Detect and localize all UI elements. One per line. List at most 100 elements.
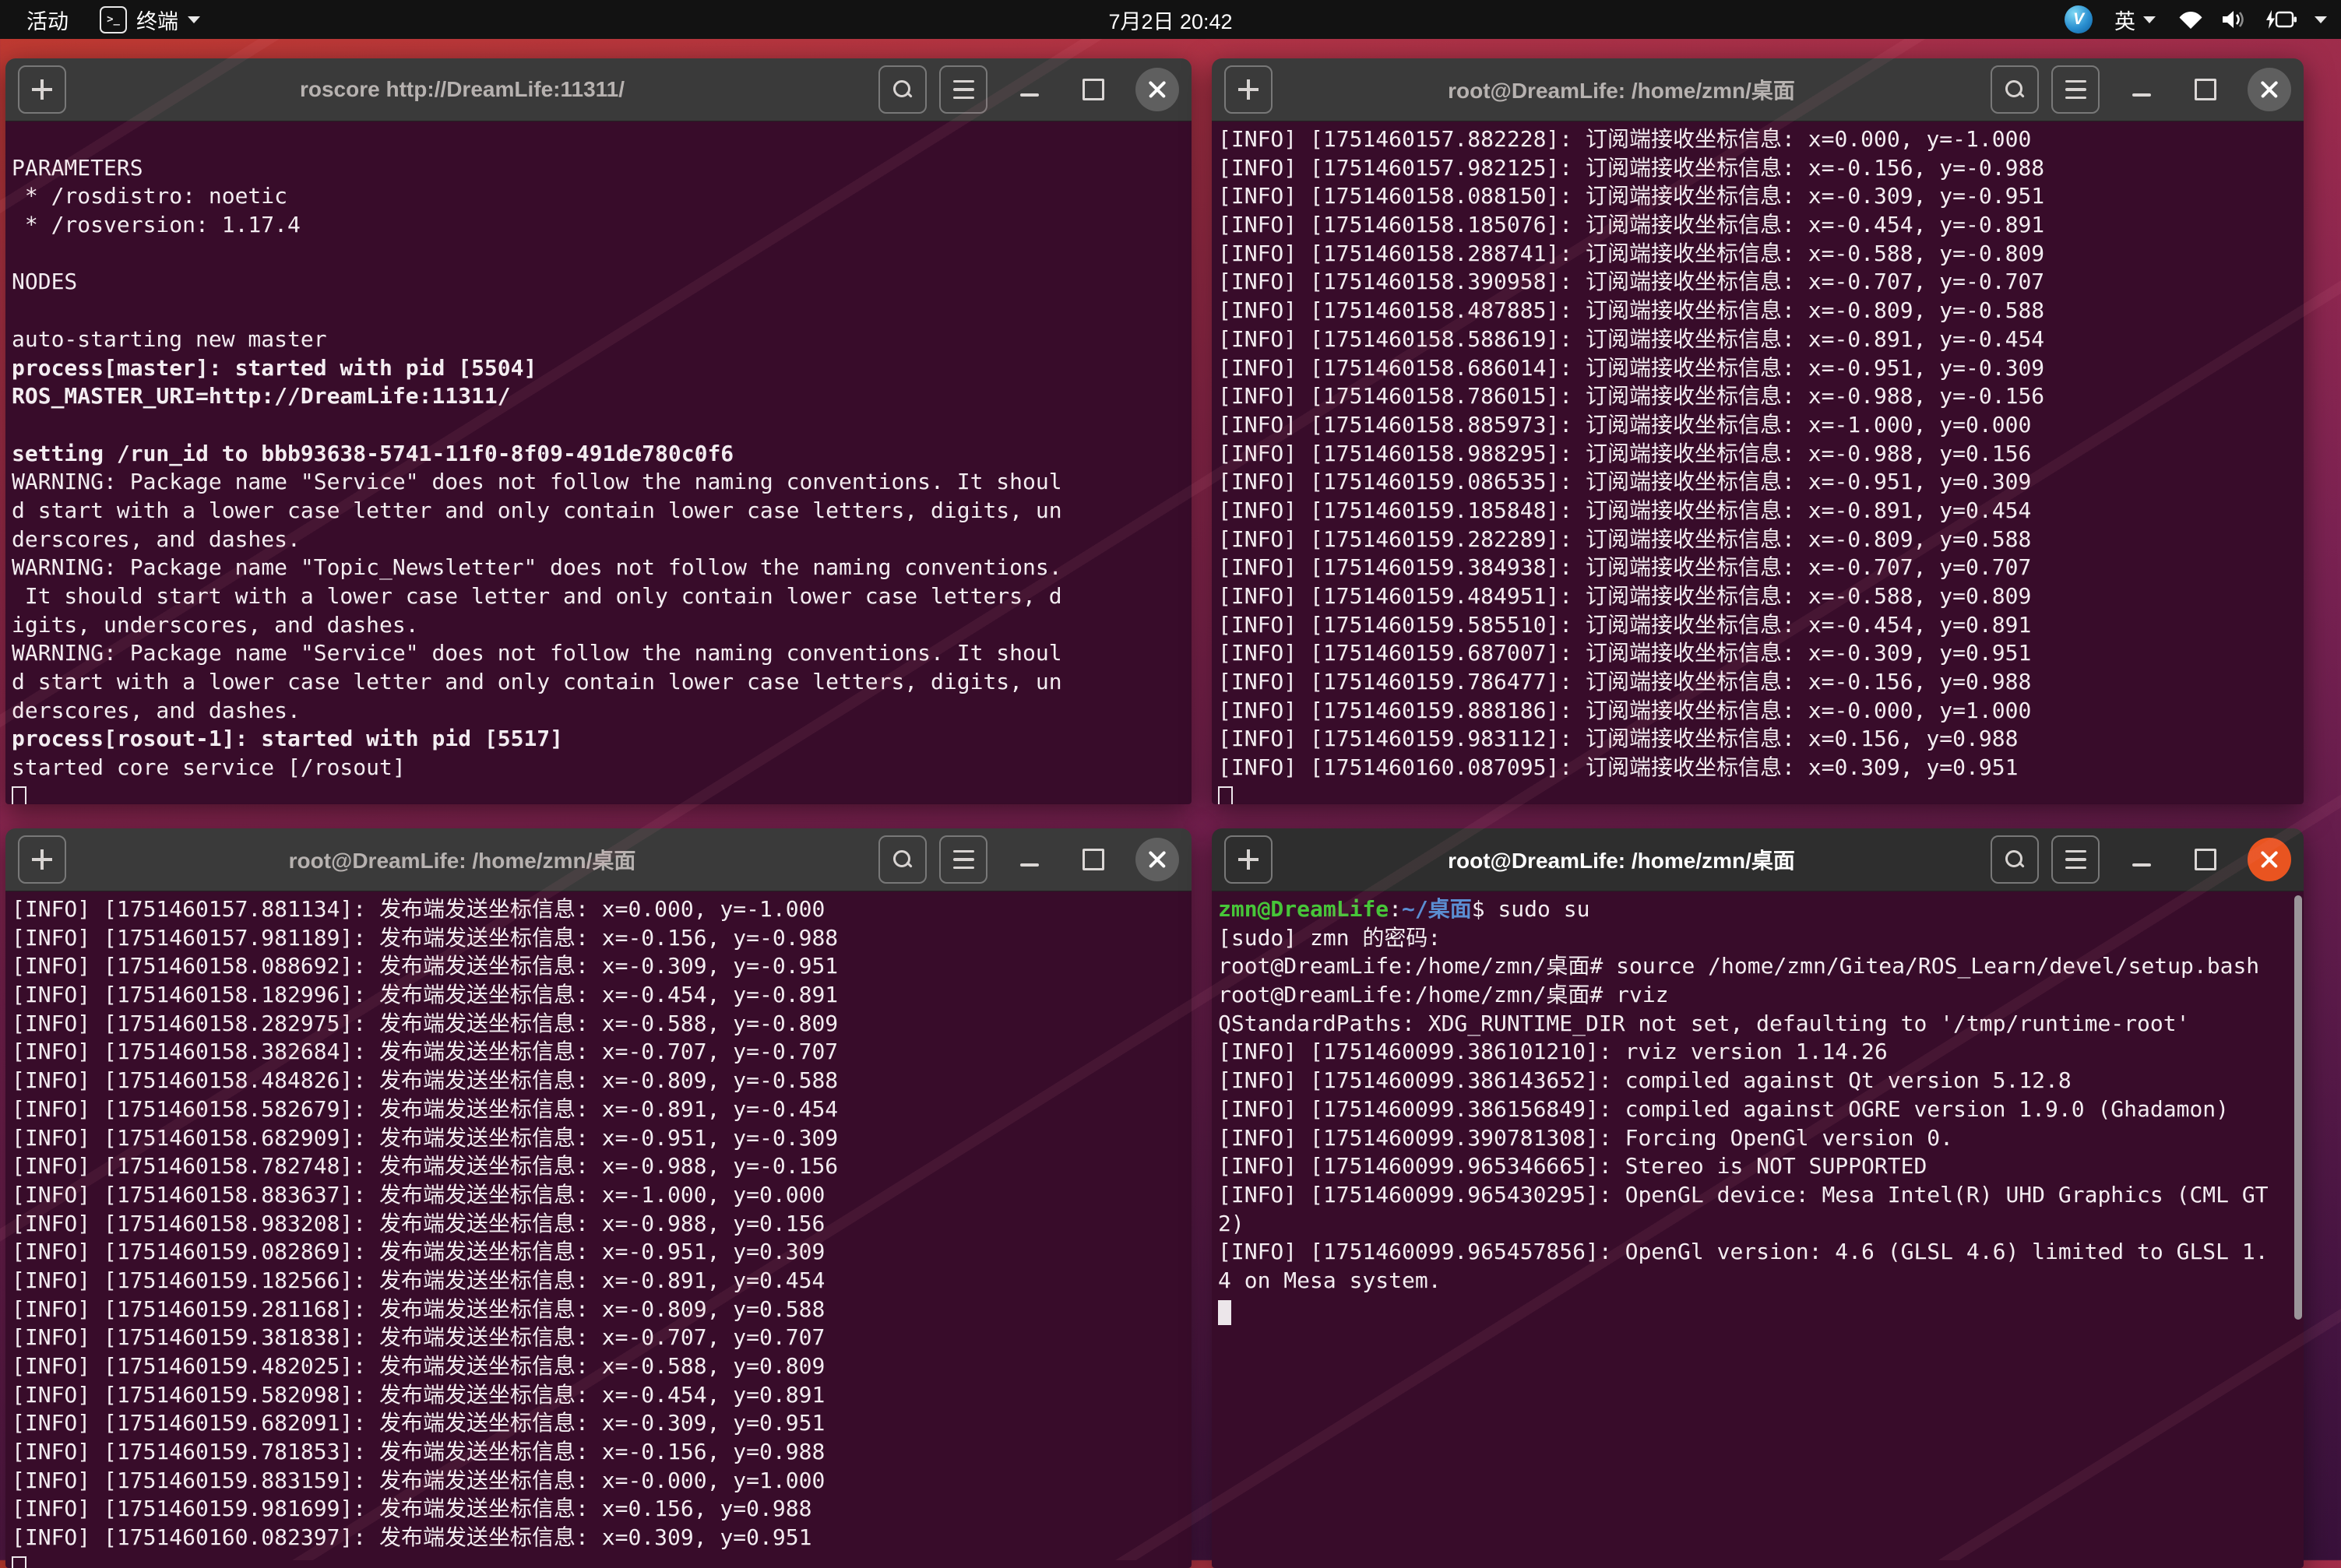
- close-button[interactable]: [1135, 68, 1179, 111]
- minimize-icon: [2132, 93, 2151, 97]
- maximize-icon: [1082, 849, 1104, 870]
- terminal-window-roscore: roscore http://DreamLife:11311/ PARAMETE…: [5, 58, 1192, 804]
- terminal-line: [1218, 1296, 2301, 1324]
- maximize-icon: [2195, 849, 2216, 870]
- terminal-line: [INFO] [1751460160.082397]: 发布端发送坐标信息: x…: [12, 1524, 1188, 1552]
- headerbar[interactable]: roscore http://DreamLife:11311/: [5, 58, 1192, 121]
- menu-button[interactable]: [939, 65, 987, 114]
- terminal-line: root@DreamLife:/home/zmn/桌面# rviz: [1218, 981, 2301, 1010]
- minimize-button[interactable]: [1008, 68, 1051, 111]
- terminal-line: [INFO] [1751460159.384938]: 订阅端接收坐标信息: x…: [1218, 554, 2301, 582]
- terminal-line: [INFO] [1751460158.988295]: 订阅端接收坐标信息: x…: [1218, 440, 2301, 469]
- terminal-line: [INFO] [1751460158.588619]: 订阅端接收坐标信息: x…: [1218, 325, 2301, 354]
- terminal-line: [INFO] [1751460158.885973]: 订阅端接收坐标信息: x…: [1218, 411, 2301, 440]
- terminal-line: d start with a lower case letter and onl…: [12, 668, 1188, 697]
- clock-label[interactable]: 7月2日 20:42: [1100, 7, 1240, 37]
- terminal-line: PARAMETERS: [12, 154, 1188, 183]
- new-tab-button[interactable]: [18, 835, 66, 884]
- terminal-line: auto-starting new master: [12, 325, 1188, 354]
- close-button[interactable]: [1135, 838, 1179, 881]
- window-title: root@DreamLife: /home/zmn/桌面: [1305, 74, 1938, 105]
- terminal-line: [INFO] [1751460158.782748]: 发布端发送坐标信息: x…: [12, 1152, 1188, 1181]
- terminal-line: [INFO] [1751460158.686014]: 订阅端接收坐标信息: x…: [1218, 354, 2301, 383]
- headerbar[interactable]: root@DreamLife: /home/zmn/桌面: [1212, 828, 2304, 891]
- system-status-area[interactable]: [2177, 9, 2327, 30]
- search-button[interactable]: [1991, 835, 2039, 884]
- battery-charging-icon: [2263, 9, 2297, 30]
- terminal-output-publisher[interactable]: [INFO] [1751460157.881134]: 发布端发送坐标信息: x…: [5, 891, 1192, 1568]
- terminal-line: [INFO] [1751460159.786477]: 订阅端接收坐标信息: x…: [1218, 668, 2301, 697]
- terminal-line: [INFO] [1751460159.281168]: 发布端发送坐标信息: x…: [12, 1296, 1188, 1324]
- maximize-icon: [1082, 79, 1104, 100]
- search-icon: [893, 850, 912, 869]
- terminal-line: [1218, 782, 2301, 804]
- cursor-hollow: [12, 786, 26, 804]
- terminal-app-icon: >_: [100, 6, 127, 33]
- terminal-line: [INFO] [1751460159.585510]: 订阅端接收坐标信息: x…: [1218, 611, 2301, 640]
- close-icon: [1148, 80, 1167, 99]
- headerbar[interactable]: root@DreamLife: /home/zmn/桌面: [1212, 58, 2304, 121]
- terminal-line: [INFO] [1751460099.965457856]: OpenGl ve…: [1218, 1238, 2301, 1267]
- terminal-line: root@DreamLife:/home/zmn/桌面# source /hom…: [1218, 952, 2301, 981]
- chevron-down-icon: [2143, 16, 2156, 23]
- terminal-line: [INFO] [1751460158.288741]: 订阅端接收坐标信息: x…: [1218, 240, 2301, 269]
- terminal-line: [INFO] [1751460159.282289]: 订阅端接收坐标信息: x…: [1218, 526, 2301, 554]
- close-button[interactable]: [2248, 68, 2291, 111]
- terminal-line: [INFO] [1751460158.883637]: 发布端发送坐标信息: x…: [12, 1181, 1188, 1210]
- app-menu[interactable]: >_ 终端: [100, 5, 200, 35]
- terminal-output-subscriber[interactable]: [INFO] [1751460157.882228]: 订阅端接收坐标信息: x…: [1212, 121, 2304, 804]
- terminal-line: [12, 297, 1188, 325]
- new-tab-button[interactable]: [18, 65, 66, 114]
- window-title: root@DreamLife: /home/zmn/桌面: [1305, 844, 1938, 875]
- new-tab-button[interactable]: [1224, 835, 1273, 884]
- maximize-button[interactable]: [2184, 838, 2227, 881]
- menu-button[interactable]: [2051, 835, 2100, 884]
- terminal-line: [INFO] [1751460159.883159]: 发布端发送坐标信息: x…: [12, 1467, 1188, 1496]
- search-button[interactable]: [878, 65, 927, 114]
- minimize-button[interactable]: [2120, 838, 2163, 881]
- search-button[interactable]: [878, 835, 927, 884]
- terminal-line: [INFO] [1751460157.881134]: 发布端发送坐标信息: x…: [12, 895, 1188, 924]
- terminal-line: process[master]: started with pid [5504]: [12, 354, 1188, 383]
- plus-icon: [32, 79, 52, 100]
- terminal-line: [12, 125, 1188, 154]
- maximize-button[interactable]: [2184, 68, 2227, 111]
- terminal-line: [INFO] [1751460159.888186]: 订阅端接收坐标信息: x…: [1218, 697, 2301, 726]
- terminal-line: WARNING: Package name "Service" does not…: [12, 468, 1188, 497]
- minimize-icon: [1020, 863, 1039, 867]
- terminal-line: [INFO] [1751460099.386156849]: compiled …: [1218, 1095, 2301, 1124]
- terminal-line: [INFO] [1751460159.582098]: 发布端发送坐标信息: x…: [12, 1381, 1188, 1410]
- terminal-line: 4 on Mesa system.: [1218, 1267, 2301, 1296]
- terminal-line: [INFO] [1751460158.983208]: 发布端发送坐标信息: x…: [12, 1210, 1188, 1239]
- input-method-indicator[interactable]: 英: [2114, 5, 2156, 35]
- terminal-line: [INFO] [1751460158.786015]: 订阅端接收坐标信息: x…: [1218, 382, 2301, 411]
- terminal-line: WARNING: Package name "Topic_Newsletter"…: [12, 554, 1188, 582]
- maximize-button[interactable]: [1072, 838, 1115, 881]
- terminal-line: [INFO] [1751460159.484951]: 订阅端接收坐标信息: x…: [1218, 582, 2301, 611]
- terminal-line: [INFO] [1751460159.482025]: 发布端发送坐标信息: x…: [12, 1352, 1188, 1381]
- activities-button[interactable]: 活动: [22, 2, 73, 38]
- minimize-button[interactable]: [2120, 68, 2163, 111]
- menu-button[interactable]: [2051, 65, 2100, 114]
- terminal-output-roscore[interactable]: PARAMETERS * /rosdistro: noetic * /rosve…: [5, 121, 1192, 804]
- terminal-line: [12, 240, 1188, 269]
- terminal-line: [INFO] [1751460158.282975]: 发布端发送坐标信息: x…: [12, 1010, 1188, 1039]
- terminal-output-rviz[interactable]: zmn@DreamLife:~/桌面$ sudo su[sudo] zmn 的密…: [1212, 891, 2304, 1568]
- headerbar[interactable]: root@DreamLife: /home/zmn/桌面: [5, 828, 1192, 891]
- terminal-line: [INFO] [1751460159.687007]: 订阅端接收坐标信息: x…: [1218, 639, 2301, 668]
- search-icon: [893, 80, 912, 99]
- search-button[interactable]: [1991, 65, 2039, 114]
- hamburger-icon: [2065, 80, 2086, 100]
- menu-button[interactable]: [939, 835, 987, 884]
- close-button[interactable]: [2248, 838, 2291, 881]
- terminal-line: [INFO] [1751460159.381838]: 发布端发送坐标信息: x…: [12, 1324, 1188, 1352]
- window-title: root@DreamLife: /home/zmn/桌面: [99, 844, 826, 875]
- minimize-button[interactable]: [1008, 838, 1051, 881]
- new-tab-button[interactable]: [1224, 65, 1273, 114]
- terminal-line: [INFO] [1751460160.087095]: 订阅端接收坐标信息: x…: [1218, 754, 2301, 782]
- maximize-button[interactable]: [1072, 68, 1115, 111]
- terminal-line: It should start with a lower case letter…: [12, 582, 1188, 611]
- vpn-tray-icon[interactable]: V: [2065, 5, 2093, 33]
- terminal-line: [INFO] [1751460159.086535]: 订阅端接收坐标信息: x…: [1218, 468, 2301, 497]
- scrollbar-thumb[interactable]: [2294, 895, 2302, 1320]
